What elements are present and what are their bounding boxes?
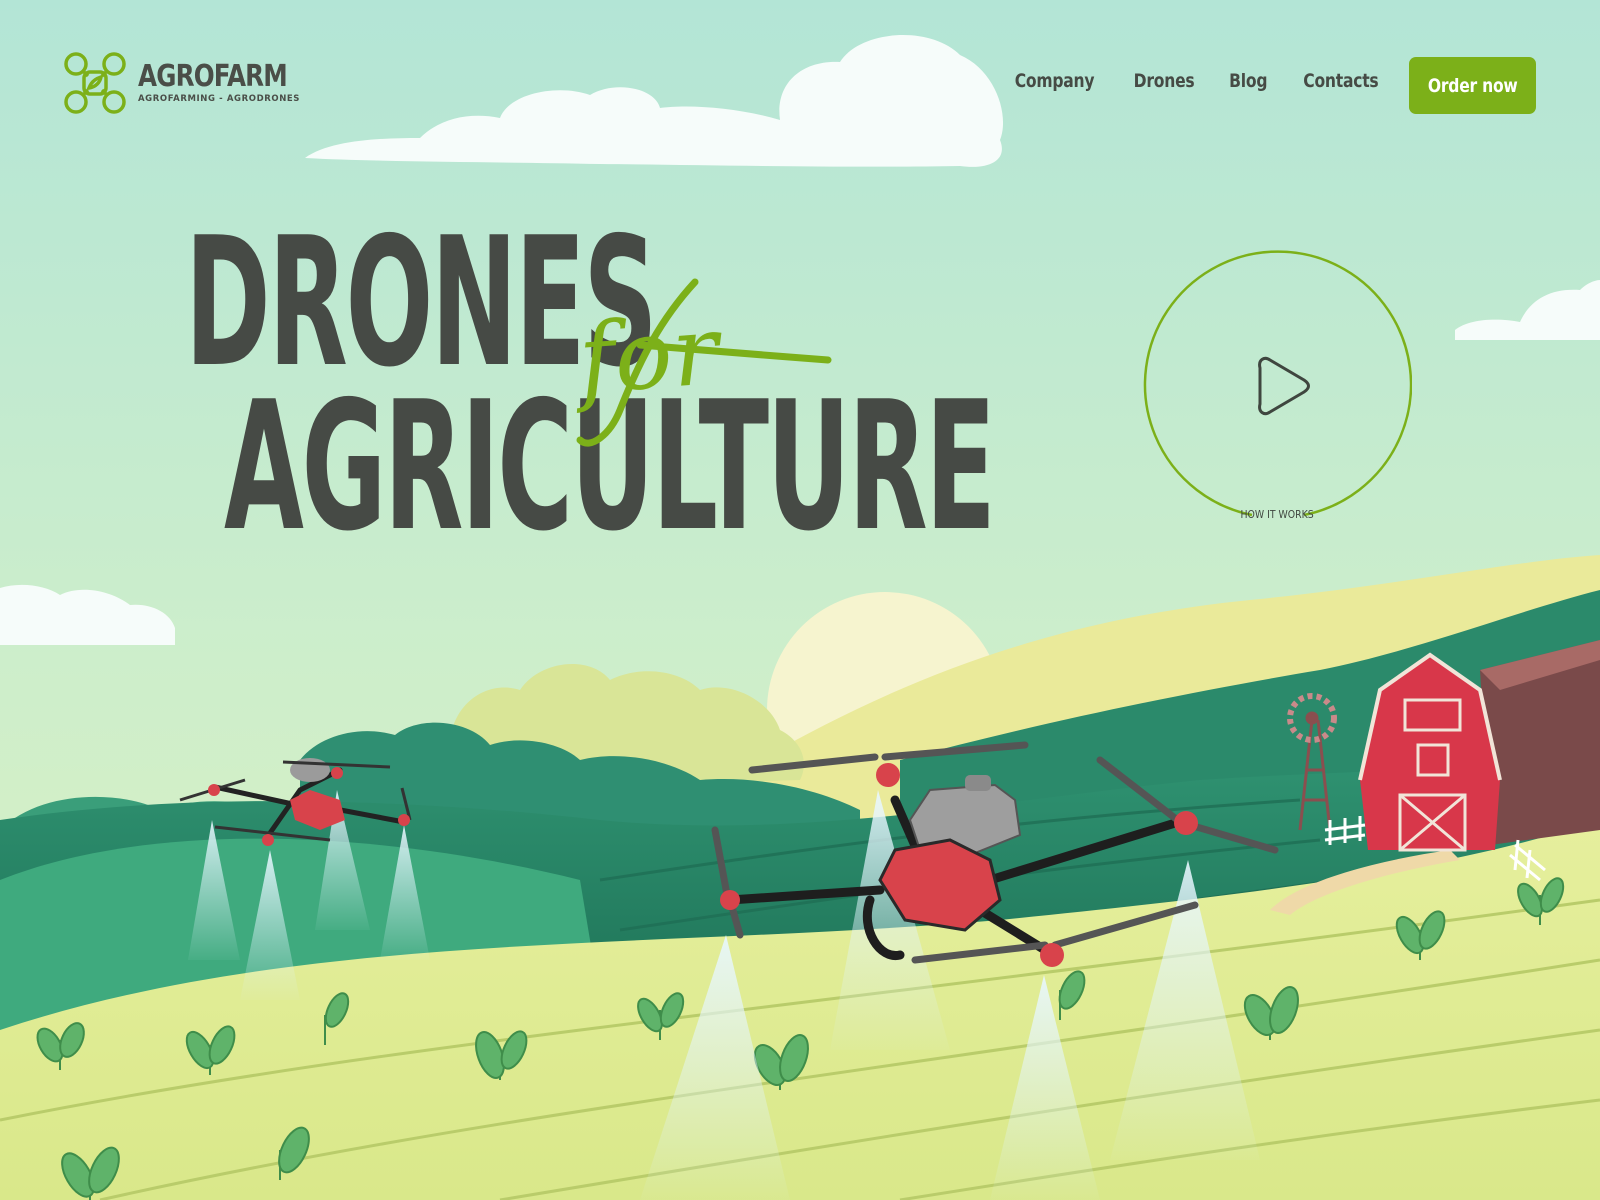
brand-tagline: AGROFARMING - AGRODRONES	[138, 94, 301, 104]
drone-logo-icon	[64, 52, 126, 114]
main-nav: Company Drones Blog Contacts	[1006, 70, 1387, 92]
play-icon	[1258, 356, 1310, 416]
nav-item-company[interactable]: Company	[1014, 70, 1094, 92]
logo[interactable]: AGROFARM AGROFARMING - AGRODRONES	[62, 50, 320, 116]
hero-script-word: for	[570, 278, 832, 447]
how-it-works-label: HOW IT WORKS	[1240, 508, 1314, 521]
logo-text: AGROFARM AGROFARMING - AGRODRONES	[138, 59, 320, 105]
farm-illustration	[0, 0, 1600, 1200]
play-circle	[1143, 250, 1412, 517]
nav-item-blog[interactable]: Blog	[1229, 70, 1267, 92]
nav-item-drones[interactable]: Drones	[1133, 70, 1194, 92]
how-it-works-video[interactable]: HOW IT WORKS	[1142, 250, 1412, 524]
order-now-label: Order now	[1427, 74, 1518, 97]
order-now-button[interactable]: Order now	[1409, 57, 1536, 114]
nav-item-contacts[interactable]: Contacts	[1304, 70, 1379, 92]
brand-name: AGROFARM	[138, 59, 288, 94]
